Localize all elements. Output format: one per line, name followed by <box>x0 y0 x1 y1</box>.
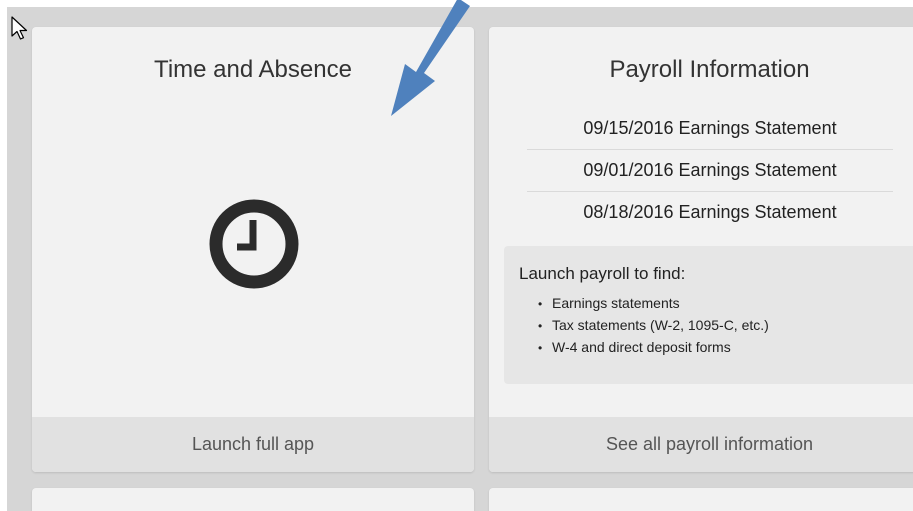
list-item: • W-4 and direct deposit forms <box>538 336 769 358</box>
time-and-absence-tile[interactable]: Time and Absence Launch full app <box>32 27 474 472</box>
earnings-statement-link[interactable]: 09/15/2016 Earnings Statement <box>527 108 893 150</box>
payroll-information-title: Payroll Information <box>609 56 810 83</box>
clock-icon[interactable] <box>204 194 304 294</box>
payroll-information-tile[interactable]: Payroll Information 09/15/2016 Earnings … <box>489 27 913 472</box>
launch-full-app-button[interactable]: Launch full app <box>32 417 474 472</box>
list-item-label: Earnings statements <box>552 295 680 311</box>
bullet-icon: • <box>538 341 543 355</box>
see-all-payroll-button[interactable]: See all payroll information <box>489 417 913 472</box>
launch-payroll-items: • Earnings statements • Tax statements (W-… <box>538 292 769 358</box>
launch-payroll-intro: Launch payroll to find: <box>519 264 686 283</box>
bullet-icon: • <box>538 319 543 333</box>
bottom-right-tile[interactable] <box>489 488 913 511</box>
list-item-label: W-4 and direct deposit forms <box>552 339 731 355</box>
launch-payroll-info-box: Launch payroll to find: • Earnings statem… <box>504 246 913 384</box>
list-item-label: Tax statements (W-2, 1095-C, etc.) <box>552 317 769 333</box>
earnings-statement-list: 09/15/2016 Earnings Statement 09/01/2016… <box>527 108 893 233</box>
earnings-statement-link[interactable]: 09/01/2016 Earnings Statement <box>527 150 893 192</box>
bottom-left-tile[interactable] <box>32 488 474 511</box>
mouse-cursor-icon <box>11 16 28 40</box>
dashboard-canvas: Time and Absence Launch full app Payroll… <box>0 0 913 511</box>
time-and-absence-title: Time and Absence <box>154 56 352 83</box>
list-item: • Tax statements (W-2, 1095-C, etc.) <box>538 314 769 336</box>
list-item: • Earnings statements <box>538 292 769 314</box>
earnings-statement-link[interactable]: 08/18/2016 Earnings Statement <box>527 192 893 233</box>
bullet-icon: • <box>538 297 543 311</box>
